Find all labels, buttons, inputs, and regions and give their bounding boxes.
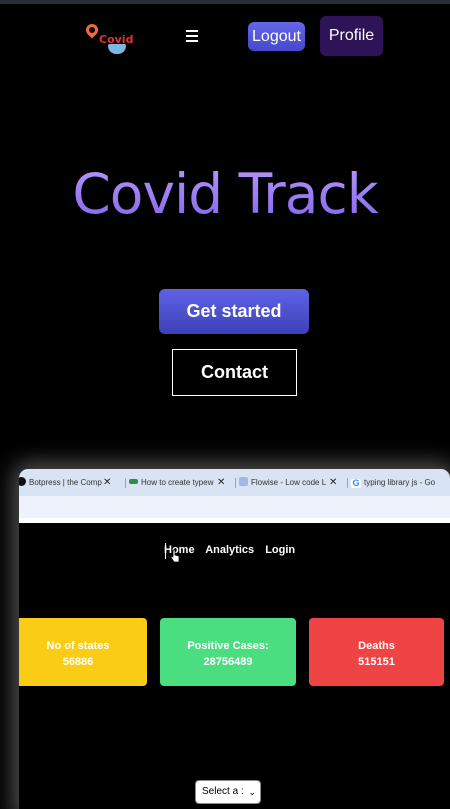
- stat-card-label: Positive Cases:: [187, 640, 269, 652]
- profile-button[interactable]: Profile: [320, 16, 383, 56]
- browser-tab: How to create typew ✕: [125, 475, 225, 491]
- stat-card-value: 56886: [62, 656, 94, 668]
- preview-nav-analytics: Analytics: [205, 544, 255, 556]
- logout-button[interactable]: Logout: [248, 22, 305, 51]
- stat-card-positive-cases: Positive Cases: 28756489: [160, 618, 296, 686]
- hamburger-icon-svg: [186, 30, 198, 42]
- browser-toolbar-edge: [19, 518, 450, 523]
- hamburger-menu-icon[interactable]: [183, 28, 201, 44]
- location-pin-icon: [83, 21, 101, 39]
- stat-card-value: 515151: [358, 656, 395, 668]
- get-started-button[interactable]: Get started: [159, 289, 309, 334]
- hand-pointer-icon: [170, 549, 180, 563]
- preview-nav: Home Analytics Login: [164, 544, 303, 560]
- tab-title: Botpress | the Comp: [29, 478, 102, 487]
- stat-card-states: No of states 56886: [19, 618, 147, 686]
- landing-page: Covid Logout Profile Covid Track Get sta…: [0, 0, 450, 809]
- geeksforgeeks-icon: [129, 479, 138, 484]
- tab-title: typing library js - Go: [364, 478, 436, 487]
- tab-separator: [235, 478, 236, 488]
- stat-card-value: 28756489: [203, 656, 253, 668]
- close-tab-icon: ✕: [217, 477, 226, 488]
- tab-title: How to create typew: [141, 478, 214, 487]
- stat-card-label: No of states: [46, 640, 110, 652]
- stat-card-deaths: Deaths 515151: [309, 618, 444, 686]
- browser-address-bar: [19, 496, 450, 518]
- tab-separator: [125, 478, 126, 488]
- browser-tab: Botpress | the Comp ✕: [19, 475, 111, 491]
- chevron-down-icon: ⌄: [248, 787, 256, 797]
- hero-title: Covid Track: [0, 160, 450, 228]
- app-preview-screenshot: Botpress | the Comp ✕ How to create type…: [19, 469, 450, 809]
- face-mask-icon: [108, 44, 126, 54]
- preview-nav-login: Login: [265, 544, 296, 556]
- covid-logo[interactable]: Covid: [83, 21, 133, 56]
- browser-tab: Gtyping library js - Go: [347, 475, 436, 491]
- tab-separator: [347, 478, 348, 488]
- close-tab-icon: ✕: [103, 477, 112, 488]
- stat-card-label: Deaths: [358, 640, 395, 652]
- select-placeholder: Select a :: [202, 786, 244, 797]
- browser-top-strip: [0, 0, 450, 4]
- flowise-icon: [239, 477, 248, 486]
- google-icon: G: [351, 478, 361, 488]
- tab-title: Flowise - Low code L: [251, 478, 327, 487]
- browser-tab-bar: Botpress | the Comp ✕ How to create type…: [19, 469, 450, 496]
- state-select: Select a : ⌄: [195, 780, 261, 804]
- close-tab-icon: ✕: [329, 477, 338, 488]
- botpress-icon: [19, 477, 26, 486]
- browser-tab: Flowise - Low code L ✕: [235, 475, 337, 491]
- contact-button[interactable]: Contact: [172, 349, 297, 396]
